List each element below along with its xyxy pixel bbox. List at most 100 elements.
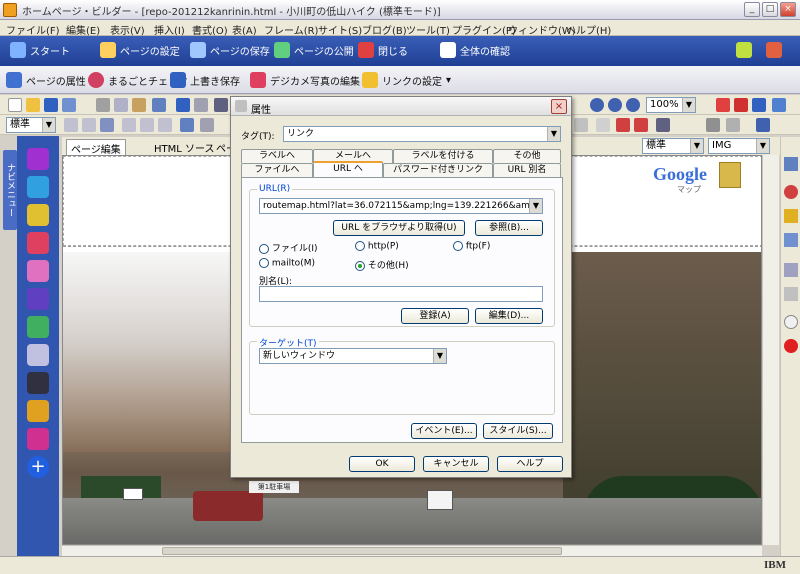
tab-label-to[interactable]: ラベルへ [241, 149, 313, 163]
valign-bottom-icon[interactable] [158, 118, 172, 132]
event-button[interactable]: イベント(E)... [411, 423, 477, 439]
zoom-out-icon[interactable] [608, 98, 622, 112]
border-icon[interactable] [726, 118, 740, 132]
tab-other[interactable]: その他 [493, 149, 561, 163]
get-url-from-browser-button[interactable]: URL をブラウザより取得(U) [333, 220, 465, 236]
settings-gear-button[interactable] [736, 42, 752, 58]
menu-frame[interactable]: フレーム(R) [264, 22, 318, 37]
menu-file[interactable]: ファイル(F) [6, 22, 60, 37]
menu-blog[interactable]: ブログ(B) [362, 22, 407, 37]
overall-check-button[interactable]: 全体の確認 [440, 42, 510, 58]
menu-edit[interactable]: 編集(E) [66, 22, 100, 37]
merge-icon[interactable] [656, 118, 670, 132]
zoom-in-icon[interactable] [590, 98, 604, 112]
undo-icon[interactable] [176, 98, 190, 112]
cancel-button[interactable]: キャンセル [423, 456, 489, 472]
vertical-scrollbar[interactable] [762, 155, 779, 545]
tab-add-label[interactable]: ラベルを付ける [393, 149, 493, 163]
horizontal-scrollbar[interactable] [62, 545, 762, 556]
link-chain-icon[interactable] [27, 204, 49, 226]
zoom-icon[interactable] [626, 98, 640, 112]
book-button[interactable] [766, 42, 782, 58]
tag-select[interactable]: リンク ▼ [283, 126, 561, 142]
menu-plugin[interactable]: プラグイン(P) [452, 22, 516, 37]
table-icon[interactable] [574, 118, 588, 132]
new-icon[interactable] [8, 98, 22, 112]
page-settings-button[interactable]: ページの設定 [100, 42, 180, 58]
help-icon[interactable] [784, 339, 798, 353]
form-icon[interactable] [27, 344, 49, 366]
align-left-icon[interactable] [64, 118, 78, 132]
tool-icon[interactable] [214, 98, 228, 112]
split-icon[interactable] [706, 118, 720, 132]
edit-button[interactable]: 編集(D)... [475, 308, 543, 324]
shape-icon[interactable] [27, 288, 49, 310]
url-input[interactable]: routemap.html?lat=36.072115&amp;lng=139.… [259, 198, 543, 214]
list-icon[interactable] [784, 263, 798, 277]
overwrite-save-button[interactable]: 上書き保存 [170, 72, 240, 88]
radio-other[interactable]: その他(H) [355, 258, 409, 271]
grid-pattern-icon[interactable] [27, 260, 49, 282]
insert-row-icon[interactable] [616, 118, 630, 132]
browse-button[interactable]: 参照(B)... [475, 220, 543, 236]
globe-icon[interactable] [27, 176, 49, 198]
menu-insert[interactable]: 挿入(I) [154, 22, 185, 37]
register-button[interactable]: 登録(A) [401, 308, 469, 324]
maximize-button[interactable]: □ [762, 2, 778, 17]
alias-input[interactable] [259, 286, 543, 302]
menu-format[interactable]: 書式(O) [192, 22, 228, 37]
view-icon[interactable] [716, 98, 730, 112]
insert-col-icon[interactable] [634, 118, 648, 132]
page-attributes-button[interactable]: ページの属性 [6, 72, 86, 88]
tab-password-link[interactable]: パスワード付きリンク [383, 163, 493, 177]
grid-icon[interactable] [752, 98, 766, 112]
save-page-button[interactable]: ページの保存 [190, 42, 270, 58]
cell-icon[interactable] [596, 118, 610, 132]
img-combo[interactable]: IMG ▼ [708, 138, 770, 154]
zoom-select[interactable]: 100% ▼ [646, 97, 696, 113]
ok-button[interactable]: OK [349, 456, 415, 472]
doc-icon[interactable] [784, 287, 798, 301]
redo-icon[interactable] [194, 98, 208, 112]
link-settings-button[interactable]: リンクの設定 ▾ [362, 72, 451, 88]
list-icon[interactable] [180, 118, 194, 132]
open-icon[interactable] [26, 98, 40, 112]
style-button[interactable]: スタイル(S)... [483, 423, 553, 439]
valign-middle-icon[interactable] [140, 118, 154, 132]
menu-site[interactable]: サイト(S) [318, 22, 362, 37]
properties-icon[interactable] [756, 118, 770, 132]
navigator-tab[interactable]: ナビメニュー [3, 150, 17, 230]
style-select[interactable]: 標準 ▼ [6, 117, 56, 133]
help-button[interactable]: ヘルプ [497, 456, 563, 472]
tab-url-alias[interactable]: URL 別名 [493, 163, 561, 177]
radio-mailto[interactable]: mailto(M) [259, 258, 315, 269]
info-icon[interactable] [784, 315, 798, 329]
layout-icon[interactable] [734, 98, 748, 112]
align-center-icon[interactable] [82, 118, 96, 132]
tab-url-to[interactable]: URL へ [313, 161, 383, 177]
target-select[interactable]: 新しいウィンドウ ▼ [259, 348, 447, 364]
laptop-icon[interactable] [27, 372, 49, 394]
menu-help[interactable]: ヘルプ(H) [566, 22, 611, 37]
standard-combo[interactable]: 標準 ▼ [642, 138, 704, 154]
add-icon[interactable]: + [27, 456, 49, 478]
close-page-button[interactable]: 閉じる [358, 42, 408, 58]
copy-icon[interactable] [114, 98, 128, 112]
menu-tools[interactable]: ツール(T) [406, 22, 450, 37]
image-icon[interactable] [27, 232, 49, 254]
table-icon[interactable] [27, 316, 49, 338]
dialog-close-button[interactable]: × [551, 99, 567, 114]
menu-table[interactable]: 表(A) [232, 22, 257, 37]
text-art-icon[interactable] [27, 148, 49, 170]
toggle-icon[interactable] [772, 98, 786, 112]
start-button[interactable]: スタート [10, 42, 70, 58]
cut-icon[interactable] [96, 98, 110, 112]
menu-view[interactable]: 表示(V) [110, 22, 145, 37]
tab-file-to[interactable]: ファイルへ [241, 163, 313, 177]
save-icon[interactable] [44, 98, 58, 112]
radio-http[interactable]: http(P) [355, 241, 399, 252]
radio-file[interactable]: ファイル(I) [259, 241, 318, 254]
close-window-button[interactable]: × [780, 2, 796, 17]
align-right-icon[interactable] [100, 118, 114, 132]
objects-icon[interactable] [27, 428, 49, 450]
